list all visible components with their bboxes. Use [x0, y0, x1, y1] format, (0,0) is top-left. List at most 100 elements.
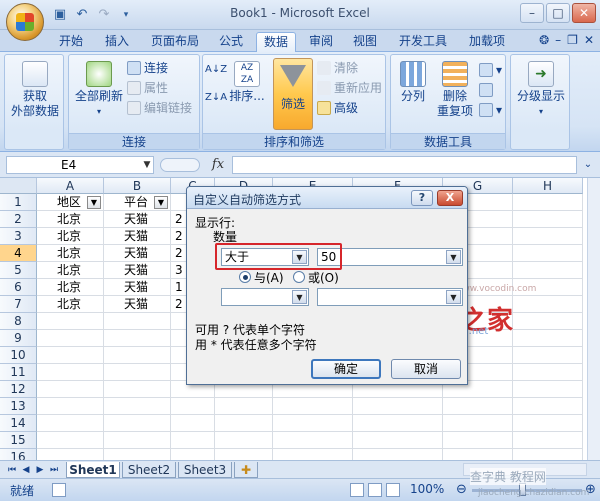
sheet-tab-2[interactable]: Sheet2	[122, 462, 176, 478]
outline-button[interactable]: ➜ 分级显示 ▾	[513, 59, 569, 119]
cell-a13[interactable]	[37, 398, 104, 415]
cell-f15[interactable]	[353, 432, 443, 449]
row-header-4[interactable]: 4	[0, 245, 37, 262]
close-window-button[interactable]: ✕	[572, 3, 596, 23]
undo-icon[interactable]: ↶	[74, 7, 90, 23]
first-sheet-icon[interactable]: ⏮	[6, 464, 18, 476]
office-button[interactable]	[6, 3, 44, 41]
value1-dropdown-icon[interactable]: ▼	[446, 250, 461, 264]
cell-h9[interactable]	[513, 330, 583, 347]
row-header-14[interactable]: 14	[0, 415, 37, 432]
tab-developer[interactable]: 开发工具	[392, 32, 454, 52]
formula-bar-splitter[interactable]	[160, 158, 200, 172]
cell-a15[interactable]	[37, 432, 104, 449]
row-header-9[interactable]: 9	[0, 330, 37, 347]
last-sheet-icon[interactable]: ⏭	[48, 464, 60, 476]
cell-f13[interactable]	[353, 398, 443, 415]
tab-addins[interactable]: 加载项	[462, 32, 512, 52]
operator2-select[interactable]: ▼	[221, 288, 309, 306]
cell-h2[interactable]	[513, 211, 583, 228]
cell-b10[interactable]	[104, 347, 171, 364]
sort-asc-icon[interactable]: A↓Z	[205, 61, 227, 79]
cell-h5[interactable]	[513, 262, 583, 279]
zoom-level[interactable]: 100%	[410, 482, 444, 496]
cell-a5[interactable]: 北京	[37, 262, 104, 279]
cell-h12[interactable]	[513, 381, 583, 398]
sort-desc-icon[interactable]: Z↓A	[205, 89, 227, 107]
cell-a4[interactable]: 北京	[37, 245, 104, 262]
row-header-11[interactable]: 11	[0, 364, 37, 381]
tab-review[interactable]: 审阅	[302, 32, 340, 52]
filter-button[interactable]: 筛选	[273, 58, 313, 130]
cell-b15[interactable]	[104, 432, 171, 449]
doc-close-icon[interactable]: ✕	[584, 33, 594, 47]
cell-b8[interactable]	[104, 313, 171, 330]
edit-links-button[interactable]: 编辑链接	[127, 99, 192, 117]
consolidate-icon[interactable]	[479, 81, 496, 99]
name-box[interactable]: E4	[6, 156, 154, 174]
refresh-all-button[interactable]: 全部刷新 ▾	[71, 59, 127, 119]
cell-g13[interactable]	[443, 398, 513, 415]
cell-b14[interactable]	[104, 415, 171, 432]
cell-d15[interactable]	[215, 432, 273, 449]
cell-a2[interactable]: 北京	[37, 211, 104, 228]
cell-b13[interactable]	[104, 398, 171, 415]
cell-a14[interactable]	[37, 415, 104, 432]
tab-home[interactable]: 开始	[52, 32, 90, 52]
row-header-10[interactable]: 10	[0, 347, 37, 364]
cell-a7[interactable]: 北京	[37, 296, 104, 313]
cell-b9[interactable]	[104, 330, 171, 347]
operator2-dropdown-icon[interactable]: ▼	[292, 290, 307, 304]
value2-dropdown-icon[interactable]: ▼	[446, 290, 461, 304]
cell-a10[interactable]	[37, 347, 104, 364]
help-icon[interactable]: ❂	[539, 33, 549, 47]
what-if-icon[interactable]: ▾	[479, 101, 502, 119]
or-radio[interactable]	[293, 271, 305, 283]
column-header-h[interactable]: H	[513, 178, 583, 194]
cell-a11[interactable]	[37, 364, 104, 381]
value2-input[interactable]: ▼	[317, 288, 463, 306]
cell-h7[interactable]	[513, 296, 583, 313]
row-header-1[interactable]: 1	[0, 194, 37, 211]
column-header-a[interactable]: A	[37, 178, 104, 194]
vertical-scrollbar[interactable]	[587, 178, 600, 460]
cell-e16[interactable]	[273, 449, 353, 460]
cell-b12[interactable]	[104, 381, 171, 398]
cell-a12[interactable]	[37, 381, 104, 398]
cell-h1[interactable]	[513, 194, 583, 211]
row-header-16[interactable]: 16	[0, 449, 37, 460]
row-header-5[interactable]: 5	[0, 262, 37, 279]
maximize-button[interactable]: □	[546, 3, 570, 23]
cell-c16[interactable]	[171, 449, 215, 460]
reapply-button[interactable]: 重新应用	[317, 79, 382, 97]
tab-formulas[interactable]: 公式	[212, 32, 250, 52]
macro-record-icon[interactable]	[52, 483, 66, 497]
row-header-3[interactable]: 3	[0, 228, 37, 245]
cell-a3[interactable]: 北京	[37, 228, 104, 245]
normal-view-icon[interactable]	[350, 483, 364, 497]
select-all-corner[interactable]	[0, 178, 37, 194]
cell-d13[interactable]	[215, 398, 273, 415]
and-radio[interactable]	[239, 271, 251, 283]
cell-c13[interactable]	[171, 398, 215, 415]
cell-f16[interactable]	[353, 449, 443, 460]
cancel-button[interactable]: 取消	[391, 359, 461, 379]
cell-b2[interactable]: 天猫	[104, 211, 171, 228]
cell-g15[interactable]	[443, 432, 513, 449]
row-header-2[interactable]: 2	[0, 211, 37, 228]
sheet-tab-1[interactable]: Sheet1	[66, 462, 120, 478]
cell-a8[interactable]	[37, 313, 104, 330]
tab-page-layout[interactable]: 页面布局	[144, 32, 206, 52]
minimize-button[interactable]: –	[520, 3, 544, 23]
cell-b5[interactable]: 天猫	[104, 262, 171, 279]
sheet-tab-3[interactable]: Sheet3	[178, 462, 232, 478]
cell-e14[interactable]	[273, 415, 353, 432]
cell-e13[interactable]	[273, 398, 353, 415]
cell-h10[interactable]	[513, 347, 583, 364]
insert-function-button[interactable]: fx	[204, 155, 232, 175]
cell-g14[interactable]	[443, 415, 513, 432]
tab-insert[interactable]: 插入	[98, 32, 136, 52]
filter-dropdown-icon[interactable]: ▼	[154, 196, 168, 209]
expand-formula-bar-icon[interactable]: ⌄	[580, 156, 596, 174]
cell-a16[interactable]	[37, 449, 104, 460]
